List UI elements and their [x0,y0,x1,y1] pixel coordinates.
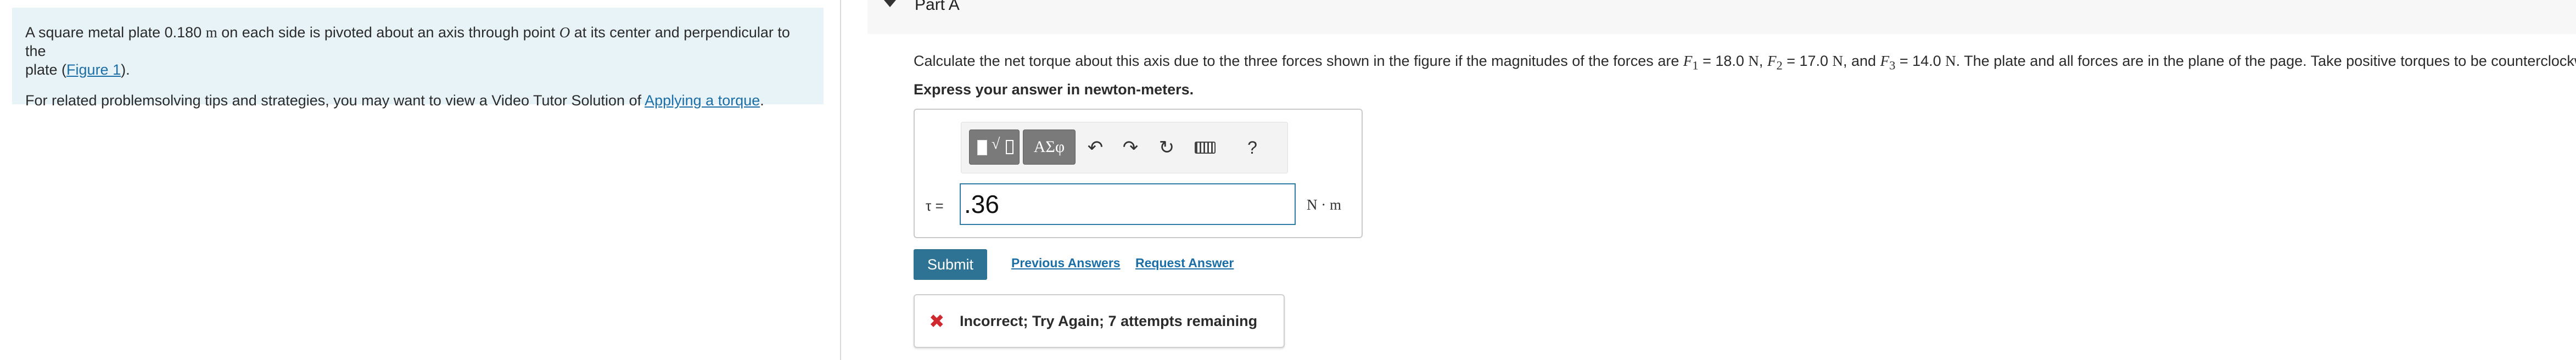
collapse-caret-icon[interactable] [884,0,896,7]
answer-input[interactable] [960,183,1296,225]
reset-icon[interactable]: ↻ [1155,134,1179,161]
keyboard-shape [1195,142,1216,154]
force-value: = 18.0 [1698,53,1749,69]
force-unit: N [1748,53,1759,69]
force-symbol: F [1767,53,1777,69]
force-subscript: 1 [1692,58,1699,72]
force-subscript: 2 [1776,58,1783,72]
tips-text: For related problemsolving tips and stra… [25,92,645,109]
feedback-text: Incorrect; Try Again; 7 attempts remaini… [960,313,1258,329]
statement-text: ). [121,61,130,78]
problem-statement: A square metal plate 0.180 m on each sid… [25,23,810,79]
answer-instruction: Express your answer in newton-meters. [914,81,1194,98]
box-icon [1006,140,1013,154]
point-symbol: O [559,24,570,41]
templates-button[interactable]: √ [969,130,1020,165]
force-value: = 17.0 [1782,53,1833,69]
figure-link[interactable]: Figure 1 [66,61,121,78]
tips-paragraph: For related problemsolving tips and stra… [25,91,810,110]
question-segment: Calculate the net torque about this axis… [914,53,1683,69]
keyboard-icon[interactable] [1193,134,1217,161]
force-unit: N [1832,53,1844,69]
force-subscript: 3 [1889,58,1896,72]
symbols-button[interactable]: ΑΣφ [1023,130,1076,165]
question-segment: . The plate and all forces are in the pl… [1956,53,2576,69]
question-text: Calculate the net torque about this axis… [914,53,2576,72]
feedback-box: ✖ Incorrect; Try Again; 7 attempts remai… [914,294,1285,348]
statement-text: plate ( [25,61,67,78]
force-value: = 14.0 [1895,53,1946,69]
question-segment: , and [1843,53,1880,69]
redo-icon[interactable]: ↷ [1118,134,1143,161]
video-tutor-link[interactable]: Applying a torque [645,92,760,109]
answer-label: τ = [926,198,944,214]
help-icon[interactable]: ? [1240,134,1264,161]
force-symbol: F [1683,53,1693,69]
pane-divider[interactable] [840,0,841,360]
question-segment: , [1759,53,1767,69]
problem-intro-box: A square metal plate 0.180 m on each sid… [12,8,824,109]
force-unit: N [1945,53,1956,69]
request-answer-link[interactable]: Request Answer [1135,256,1234,271]
tips-text: . [760,92,764,109]
statement-text: A square metal plate 0.180 [25,24,206,41]
error-icon: ✖ [929,311,945,332]
radical-icon: √ [992,136,1000,153]
templates-icon [977,140,987,155]
part-title: Part A [915,0,960,14]
statement-unit: m [205,24,217,41]
answer-units: N · m [1307,196,1341,213]
undo-icon[interactable]: ↶ [1083,134,1107,161]
previous-answers-link[interactable]: Previous Answers [1011,256,1121,271]
answer-box: √ ΑΣφ ↶ ↷ ↻ ? τ = N · m [914,109,1363,238]
submit-button[interactable]: Submit [914,249,987,280]
part-header[interactable]: Part A [867,0,2576,34]
math-toolbar: √ ΑΣφ ↶ ↷ ↻ ? [961,122,1288,173]
statement-text: on each side is pivoted about an axis th… [217,24,559,41]
force-symbol: F [1880,53,1890,69]
problem-intro-pane: A square metal plate 0.180 m on each sid… [0,0,840,360]
